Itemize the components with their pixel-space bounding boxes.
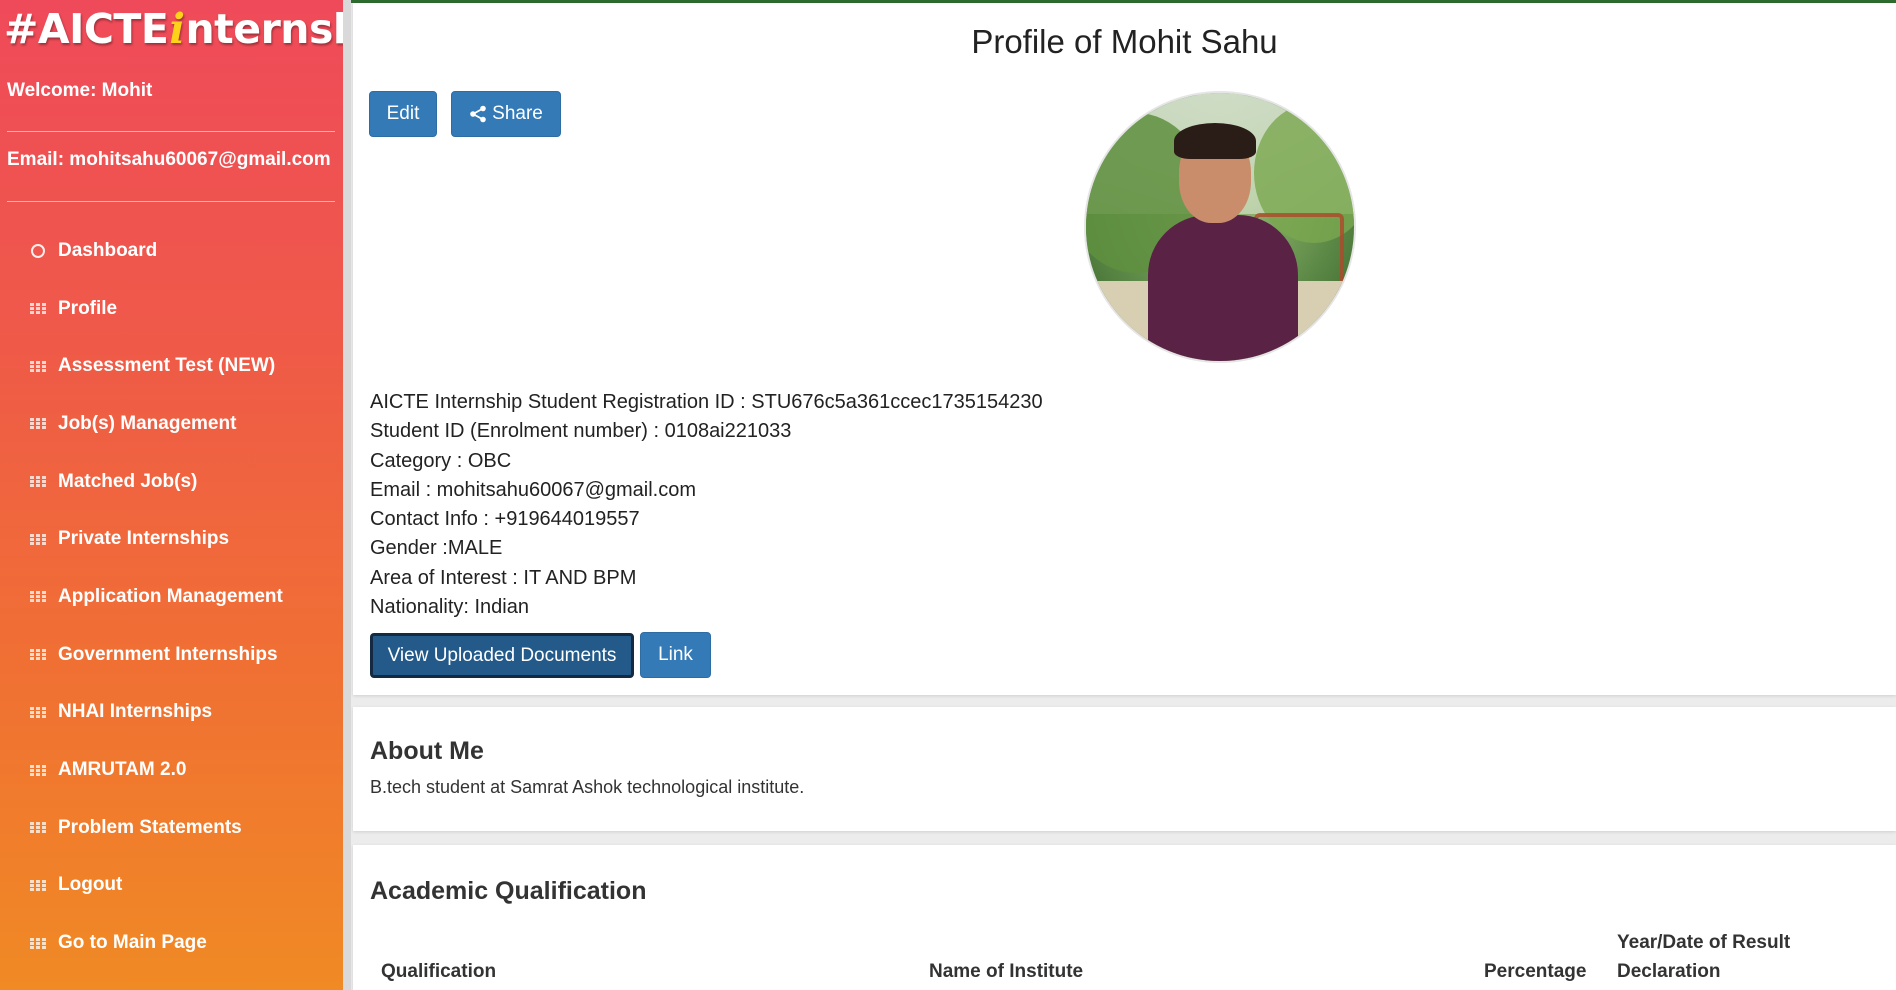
- sidebar-item-main-page[interactable]: Go to Main Page: [0, 914, 343, 972]
- circle-icon: [30, 243, 46, 258]
- grid-icon: [30, 359, 46, 373]
- grid-icon: [30, 417, 46, 431]
- sidebar-item-label: NHAI Internships: [58, 701, 213, 723]
- grid-icon: [30, 590, 46, 604]
- logo-i-letter: i: [169, 5, 185, 53]
- logo-suffix: nternship: [185, 5, 343, 53]
- sidebar-item-assessment-test[interactable]: Assessment Test (NEW): [0, 337, 343, 395]
- sidebar-item-label: Application Management: [58, 585, 283, 607]
- table-header-qualification: Qualification: [381, 961, 497, 982]
- sidebar: #AICTEinternship Welcome: Mohit Email: m…: [0, 0, 343, 990]
- view-uploaded-documents-button[interactable]: View Uploaded Documents: [370, 633, 634, 678]
- sidebar-nav: Dashboard Profile Assessment Test (NEW) …: [0, 222, 343, 972]
- sidebar-item-label: Assessment Test (NEW): [58, 355, 276, 377]
- table-header-declaration: Declaration: [1617, 961, 1721, 982]
- sidebar-item-application-management[interactable]: Application Management: [0, 568, 343, 626]
- sidebar-item-problem-statements[interactable]: Problem Statements: [0, 799, 343, 857]
- category: Category : OBC: [370, 449, 512, 472]
- grid-icon: [30, 763, 46, 777]
- sidebar-item-label: Logout: [58, 874, 123, 896]
- table-header-year: Year/Date of Result: [1617, 932, 1791, 953]
- aicte-internship-logo[interactable]: #AICTEinternship: [4, 4, 343, 54]
- sidebar-item-label: Private Internships: [58, 528, 230, 550]
- grid-icon: [30, 532, 46, 546]
- sidebar-item-label: Go to Main Page: [58, 932, 207, 954]
- grid-icon: [30, 821, 46, 835]
- about-me-card: About Me B.tech student at Samrat Ashok …: [353, 707, 1896, 831]
- page-title: Profile of Mohit Sahu: [971, 23, 1278, 60]
- sidebar-item-profile[interactable]: Profile: [0, 280, 343, 338]
- about-me-text: B.tech student at Samrat Ashok technolog…: [370, 777, 805, 797]
- profile-photo: [1084, 91, 1356, 363]
- academic-qualification-heading: Academic Qualification: [370, 877, 647, 905]
- registration-id: AICTE Internship Student Registration ID…: [370, 391, 1043, 413]
- sidebar-item-nhai-internships[interactable]: NHAI Internships: [0, 684, 343, 742]
- link-button-label: Link: [658, 644, 693, 665]
- sidebar-item-jobs-management[interactable]: Job(s) Management: [0, 395, 343, 453]
- edit-button-label: Edit: [386, 103, 420, 124]
- grid-icon: [30, 936, 46, 950]
- sidebar-item-dashboard[interactable]: Dashboard: [0, 222, 343, 280]
- gender: Gender :MALE: [370, 537, 503, 560]
- area-of-interest: Area of Interest : IT AND BPM: [370, 566, 637, 589]
- sidebar-item-label: Profile: [58, 297, 118, 319]
- sidebar-divider: [7, 131, 335, 132]
- sidebar-item-matched-jobs[interactable]: Matched Job(s): [0, 453, 343, 511]
- grid-icon: [30, 878, 46, 892]
- sidebar-item-label: Problem Statements: [58, 816, 242, 838]
- share-icon: [470, 105, 486, 123]
- sidebar-item-label: Job(s) Management: [58, 412, 237, 434]
- sidebar-item-label: AMRUTAM 2.0: [58, 759, 187, 781]
- sidebar-item-private-internships[interactable]: Private Internships: [0, 510, 343, 568]
- grid-icon: [30, 648, 46, 662]
- view-docs-label: View Uploaded Documents: [387, 644, 617, 666]
- welcome-text: Welcome: Mohit: [7, 80, 153, 101]
- edit-button[interactable]: Edit: [369, 91, 437, 137]
- about-me-heading: About Me: [370, 737, 484, 765]
- student-id: Student ID (Enrolment number) : 0108ai22…: [370, 420, 792, 443]
- sidebar-item-amrutam[interactable]: AMRUTAM 2.0: [0, 741, 343, 799]
- email: Email : mohitsahu60067@gmail.com: [370, 478, 697, 501]
- nationality: Nationality: Indian: [370, 596, 529, 619]
- sidebar-item-label: Dashboard: [58, 239, 158, 261]
- share-button-label: Share: [492, 103, 543, 124]
- table-header-percentage: Percentage: [1484, 961, 1587, 982]
- sidebar-item-label: Matched Job(s): [58, 470, 198, 492]
- sidebar-item-logout[interactable]: Logout: [0, 857, 343, 915]
- share-button[interactable]: Share: [451, 91, 561, 137]
- sidebar-item-government-internships[interactable]: Government Internships: [0, 626, 343, 684]
- logo-prefix: #AICTE: [4, 5, 169, 53]
- profile-card: Profile of Mohit Sahu Edit Share AICTE I…: [353, 3, 1896, 695]
- sidebar-scroll-edge: [343, 0, 351, 990]
- link-button[interactable]: Link: [640, 632, 711, 678]
- grid-icon: [30, 475, 46, 489]
- grid-icon: [30, 705, 46, 719]
- grid-icon: [30, 302, 46, 316]
- user-email-text: Email: mohitsahu60067@gmail.com: [7, 149, 331, 170]
- contact-info: Contact Info : +919644019557: [370, 508, 640, 531]
- academic-qualification-card: Academic Qualification Qualification Nam…: [353, 845, 1896, 990]
- sidebar-item-label: Government Internships: [58, 643, 278, 665]
- table-header-institute: Name of Institute: [929, 961, 1084, 982]
- sidebar-divider: [7, 201, 335, 202]
- profile-details: AICTE Internship Student Registration ID…: [370, 388, 1043, 622]
